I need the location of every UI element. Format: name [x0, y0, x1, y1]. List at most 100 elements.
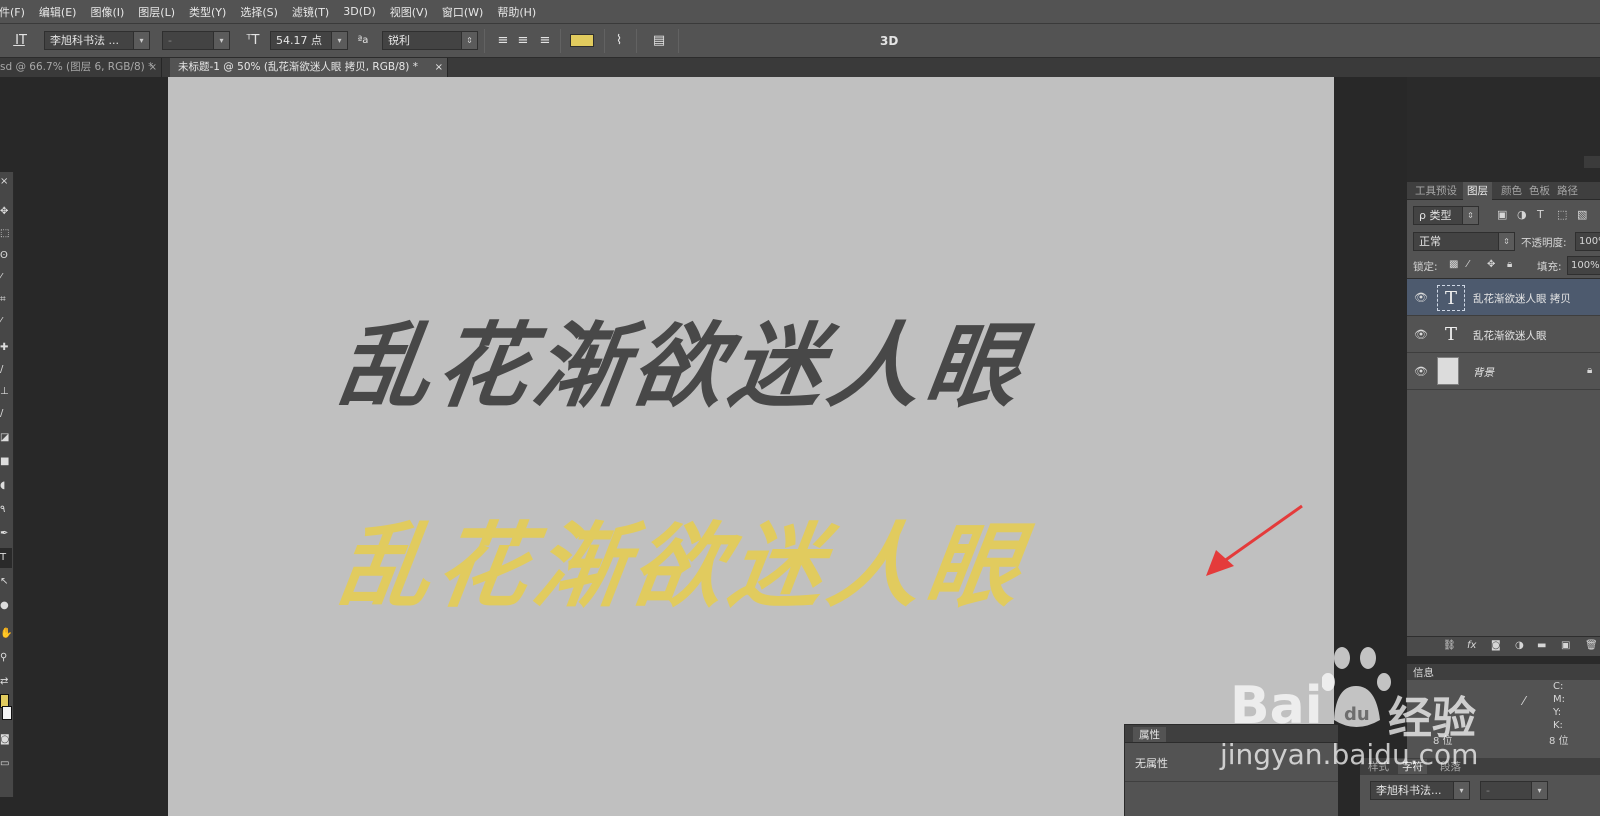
channel-k: K: [1553, 720, 1563, 731]
new-group-icon[interactable]: ▬ [1537, 640, 1546, 651]
lock-pixels-icon[interactable]: ⁄ [1467, 259, 1469, 270]
font-family-select[interactable]: 李旭科书法 ... ▾ [44, 31, 150, 50]
arrow-shaft [1219, 504, 1303, 566]
zoom-tool-icon[interactable]: ⚲ [0, 648, 12, 668]
divider [604, 29, 605, 53]
healing-brush-icon[interactable]: ✚ [0, 338, 12, 358]
tab-tool-presets[interactable]: 工具预设 [1411, 182, 1461, 200]
document-tab-bar: sd @ 66.7% (图层 6, RGB/8) * × 未标题-1 @ 50%… [0, 58, 1600, 77]
visibility-eye-icon[interactable]: 👁︎ [1414, 365, 1428, 378]
visibility-eye-icon[interactable]: 👁︎ [1414, 291, 1428, 304]
tab-document-2[interactable]: 未标题-1 @ 50% (乱花渐欲迷人眼 拷贝, RGB/8) * × [170, 58, 448, 77]
char-style-value: - [1486, 784, 1490, 797]
tools-panel: × ✥ ⬚ ʘ ⁄ ⌗ ⁄ ✚ / ⊥ / ◪ ■ ◖ ٩ ✒ T ↖ ● ✋ … [0, 172, 14, 797]
svg-text:du: du [1344, 704, 1370, 725]
menu-help[interactable]: 帮助(H) [490, 4, 543, 20]
font-size-select[interactable]: 54.17 点 ▾ [270, 31, 348, 50]
warp-text-icon[interactable]: ⌇ [610, 32, 628, 50]
chevron-updown-icon: ⇕ [1498, 233, 1514, 250]
chevron-down-icon: ▾ [1531, 782, 1547, 799]
tab-color[interactable]: 颜色 [1497, 182, 1526, 200]
shape-tool-icon[interactable]: ● [0, 596, 12, 616]
tab-document-1[interactable]: sd @ 66.7% (图层 6, RGB/8) * × [0, 58, 162, 77]
filter-smart-object-icon[interactable]: ▧ [1577, 208, 1587, 221]
quick-mask-icon[interactable]: ◙ [0, 730, 12, 750]
close-icon[interactable]: × [149, 58, 157, 77]
fill-input[interactable]: 100% [1567, 256, 1600, 275]
filter-shape-icon[interactable]: ⬚ [1557, 208, 1567, 221]
background-color-swatch[interactable] [2, 706, 12, 720]
char-font-select[interactable]: 李旭科书法... ▾ [1370, 781, 1470, 800]
layer-row[interactable]: 👁︎ T 乱花渐欲迷人眼 [1407, 316, 1600, 353]
tab-layers[interactable]: 图层 [1463, 182, 1492, 200]
document-canvas[interactable]: 乱花渐欲迷人眼 乱花渐欲迷人眼 [168, 77, 1334, 816]
channel-y: Y: [1553, 707, 1562, 718]
menu-select[interactable]: 选择(S) [233, 4, 285, 20]
swap-colors-icon[interactable]: ⇄ [0, 672, 12, 692]
menu-3d[interactable]: 3D(D) [336, 5, 383, 18]
collapse-icon[interactable]: × [0, 172, 12, 192]
font-style-select[interactable]: - ▾ [162, 31, 230, 50]
tab-properties[interactable]: 属性 [1133, 727, 1166, 742]
menu-layer[interactable]: 图层(L) [131, 4, 182, 20]
dock-collapse-icon[interactable] [1584, 156, 1600, 168]
eraser-tool-icon[interactable]: ◪ [0, 428, 12, 448]
crop-tool-icon[interactable]: ⌗ [0, 290, 12, 310]
blend-mode-select[interactable]: 正常 ⇕ [1413, 232, 1515, 251]
chevron-down-icon: ▾ [213, 32, 229, 49]
layer-filter-select[interactable]: ρ 类型 ⇕ [1413, 206, 1479, 225]
layer-row[interactable]: 👁︎ 背景 🔒︎ [1407, 353, 1600, 390]
blur-tool-icon[interactable]: ◖ [0, 476, 12, 496]
screen-mode-icon[interactable]: ▭ [0, 754, 12, 774]
path-select-icon[interactable]: ↖ [0, 572, 12, 592]
menu-filter[interactable]: 滤镜(T) [285, 4, 336, 20]
type-tool-icon[interactable]: T [0, 548, 12, 568]
brush-tool-icon[interactable]: / [0, 360, 12, 380]
pen-tool-icon[interactable]: ✒ [0, 524, 12, 544]
lock-transparent-icon[interactable]: ▩ [1449, 259, 1458, 270]
magic-wand-icon[interactable]: ⁄ [0, 268, 12, 288]
align-center-icon[interactable]: ≡ [514, 32, 532, 50]
visibility-eye-icon[interactable]: 👁︎ [1414, 328, 1428, 341]
menu-type[interactable]: 类型(Y) [182, 4, 233, 20]
align-left-icon[interactable]: ≡ [494, 32, 512, 50]
lasso-tool-icon[interactable]: ʘ [0, 246, 12, 266]
character-panel-icon[interactable]: ▤ [650, 32, 668, 50]
lock-all-icon[interactable]: 🔒︎ [1507, 259, 1512, 270]
new-layer-icon[interactable]: ▣ [1561, 640, 1570, 651]
stamp-tool-icon[interactable]: ⊥ [0, 382, 12, 402]
text-orientation-icon[interactable]: I͟T [12, 32, 30, 50]
gradient-tool-icon[interactable]: ■ [0, 452, 12, 472]
three-d-label[interactable]: 3D [880, 32, 898, 50]
divider [484, 29, 485, 53]
antialias-select[interactable]: 锐利 ⇕ [382, 31, 478, 50]
char-style-select[interactable]: - ▾ [1480, 781, 1548, 800]
options-bar: I͟T 李旭科书法 ... ▾ - ▾ ᵀT 54.17 点 ▾ ªa 锐利 ⇕… [0, 24, 1600, 58]
filter-pixel-icon[interactable]: ▣ [1497, 208, 1507, 221]
dodge-tool-icon[interactable]: ٩ [0, 500, 12, 520]
tab-paths[interactable]: 路径 [1553, 182, 1582, 200]
delete-layer-icon[interactable]: 🗑︎ [1585, 640, 1598, 651]
opacity-input[interactable]: 100% [1575, 232, 1600, 251]
layer-name: 乱花渐欲迷人眼 拷贝 [1473, 293, 1571, 305]
bit-depth: 8 位 [1549, 736, 1569, 747]
move-tool-icon[interactable]: ✥ [0, 202, 12, 222]
menu-file[interactable]: 件(F) [0, 4, 32, 20]
menu-image[interactable]: 图像(I) [83, 4, 131, 20]
menu-window[interactable]: 窗口(W) [435, 4, 490, 20]
tab-swatches[interactable]: 色板 [1525, 182, 1554, 200]
history-brush-icon[interactable]: / [0, 404, 12, 424]
menu-edit[interactable]: 编辑(E) [32, 4, 84, 20]
eyedropper-icon[interactable]: ⁄ [0, 312, 12, 332]
align-right-icon[interactable]: ≡ [536, 32, 554, 50]
menu-view[interactable]: 视图(V) [383, 4, 435, 20]
lock-position-icon[interactable]: ✥ [1487, 259, 1495, 270]
layer-row[interactable]: 👁︎ T 乱花渐欲迷人眼 拷贝 [1407, 279, 1600, 316]
filter-adjustment-icon[interactable]: ◑ [1517, 208, 1527, 221]
text-color-swatch[interactable] [570, 34, 594, 47]
marquee-tool-icon[interactable]: ⬚ [0, 224, 12, 244]
close-icon[interactable]: × [435, 58, 443, 77]
filter-type-icon[interactable]: T [1537, 208, 1544, 221]
divider [678, 29, 679, 53]
hand-tool-icon[interactable]: ✋ [0, 624, 12, 644]
